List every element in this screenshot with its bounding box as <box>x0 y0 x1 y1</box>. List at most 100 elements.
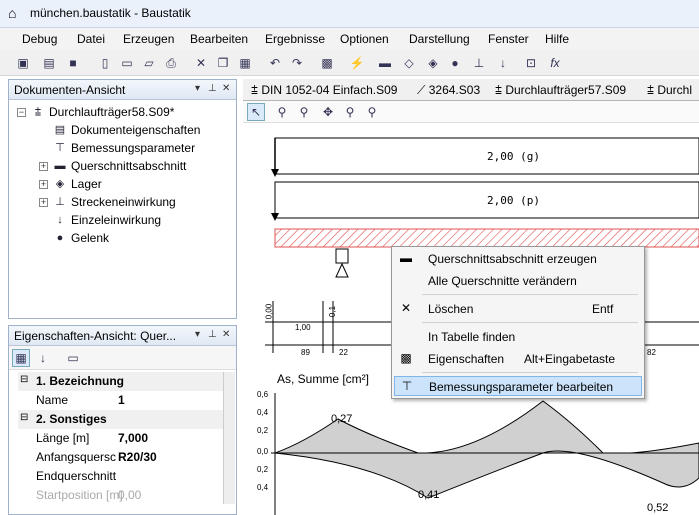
support-icon[interactable]: ◇ <box>400 54 418 72</box>
save-icon[interactable]: ■ <box>64 54 82 72</box>
tree-item-querschnittsabschnitt[interactable]: ▬ Querschnittsabschnitt <box>53 157 187 175</box>
tree-item-bemessungsparameter[interactable]: ⊤ Bemessungsparameter <box>53 139 195 157</box>
chart-y-axis-title: As, Summe [cm²] <box>277 372 370 386</box>
tree-item-label: Bemessungsparameter <box>71 141 196 155</box>
menu-darstellung[interactable]: Darstellung <box>409 32 470 46</box>
beam-cross-section[interactable] <box>274 228 699 248</box>
property-row-laenge[interactable]: Länge [m] 7,000 <box>18 429 230 448</box>
y-tick: 0,6 <box>257 390 269 399</box>
peak-label: 0,27 <box>331 413 353 425</box>
dimension-label: 0,1 <box>328 305 338 318</box>
preview-icon[interactable]: ▱ <box>140 54 158 72</box>
properties-toolbar: ▦ ↓ ▭ <box>9 346 236 370</box>
tab-din-1052[interactable]: ⩲ DIN 1052-04 Einfach.S09 <box>247 81 401 100</box>
section-sonstiges[interactable]: ⊟ 2. Sonstiges <box>18 410 230 429</box>
view-toolbar: ↖ ⚲ ⚲ ✥ ⚲ ⚲ <box>243 101 699 123</box>
pointer-icon[interactable]: ↖ <box>247 103 265 121</box>
print-preview-icon[interactable]: ▭ <box>118 54 136 72</box>
zoom-icon[interactable]: ⚲ <box>273 103 291 121</box>
collapse-icon[interactable]: ⊟ <box>20 412 28 423</box>
cross-section-icon[interactable]: ▬ <box>376 54 394 72</box>
property-row-name[interactable]: Name 1 <box>18 391 230 410</box>
menu-item-querschnittsabschnitt-erzeugen[interactable]: ▬ Querschnittsabschnitt erzeugen <box>394 249 642 269</box>
tree-item-label: Streckeneinwirkung <box>71 195 176 209</box>
undo-icon[interactable]: ↶ <box>266 54 284 72</box>
tree-expand-toggle[interactable]: + <box>39 198 48 207</box>
panel-menu-icon[interactable]: ▾ <box>195 83 200 94</box>
grid-icon[interactable]: ⊡ <box>522 54 540 72</box>
property-row-endquerschnitt[interactable]: Endquerschnitt <box>18 467 230 486</box>
property-key: Startposition [m] <box>36 488 123 502</box>
sort-alpha-icon[interactable]: ↓ <box>34 349 52 367</box>
menu-hilfe[interactable]: Hilfe <box>545 32 569 46</box>
menu-erzeugen[interactable]: Erzeugen <box>123 32 174 46</box>
menu-datei[interactable]: Datei <box>77 32 105 46</box>
new-icon[interactable]: ▣ <box>14 54 32 72</box>
tree-expand-toggle[interactable]: + <box>39 180 48 189</box>
open-icon[interactable]: ▤ <box>40 54 58 72</box>
document-panel: Dokumenten-Ansicht ▾ ⊥ ✕ − ⩲ Durchlauftr… <box>8 79 237 319</box>
properties-scrollbar[interactable] <box>223 372 235 504</box>
property-row-startposition[interactable]: Startposition [m] 0,00 <box>18 486 230 505</box>
tree-root-label: Durchlaufträger58.S09* <box>49 105 175 119</box>
close-icon[interactable]: ✕ <box>222 83 230 94</box>
tree-root[interactable]: ⩲ Durchlaufträger58.S09* <box>31 103 175 121</box>
hinge-icon[interactable]: ● <box>446 54 464 72</box>
tree-item-gelenk[interactable]: ● Gelenk <box>53 229 109 247</box>
tree-item-streckeneinwirkung[interactable]: ⊥ Streckeneinwirkung <box>53 193 176 211</box>
tab-durchlauftraeger57[interactable]: ⩲ Durchlaufträger57.S09 <box>491 81 630 100</box>
properties-icon: ▩ <box>400 351 412 365</box>
copy-icon[interactable]: ❐ <box>214 54 232 72</box>
menu-optionen[interactable]: Optionen <box>340 32 389 46</box>
menu-bar: Debug Datei Erzeugen Bearbeiten Ergebnis… <box>0 28 699 50</box>
collapse-icon[interactable]: ⊟ <box>20 374 28 385</box>
cross-section-icon: ▬ <box>400 251 412 265</box>
bearing-icon[interactable]: ◈ <box>424 54 442 72</box>
page-icon[interactable]: ▯ <box>96 54 114 72</box>
zoom-window-icon[interactable]: ⚲ <box>295 103 313 121</box>
formula-icon[interactable]: fx <box>546 54 564 72</box>
support-icon: ◈ <box>55 178 65 190</box>
menu-item-alle-querschnitte[interactable]: Alle Querschnitte verändern <box>394 271 642 291</box>
beam-icon: ⩲ <box>34 106 42 118</box>
pin-icon[interactable]: ⊥ <box>208 329 217 340</box>
panel-menu-icon[interactable]: ▾ <box>195 329 200 340</box>
menu-item-loeschen[interactable]: ✕ Löschen Entf <box>394 299 642 319</box>
tab-3264[interactable]: ⟋ 3264.S03 <box>413 81 484 100</box>
close-icon[interactable]: ✕ <box>222 329 230 340</box>
section-bezeichnung[interactable]: ⊟ 1. Bezeichnung <box>18 372 230 391</box>
properties-icon[interactable]: ▩ <box>318 54 336 72</box>
redo-icon[interactable]: ↷ <box>288 54 306 72</box>
calculate-icon[interactable]: ⚡ <box>348 54 366 72</box>
line-load-icon[interactable]: ⊥ <box>470 54 488 72</box>
property-value: R20/30 <box>118 450 157 464</box>
pan-icon[interactable]: ✥ <box>319 103 337 121</box>
pin-icon[interactable]: ⊥ <box>208 83 217 94</box>
menu-item-eigenschaften[interactable]: ▩ Eigenschaften Alt+Eingabetaste <box>394 349 642 369</box>
tab-label: DIN 1052-04 Einfach.S09 <box>261 83 398 97</box>
menu-item-in-tabelle-finden[interactable]: In Tabelle finden <box>394 327 642 347</box>
zoom-in-icon[interactable]: ⚲ <box>341 103 359 121</box>
support-symbol[interactable] <box>335 248 349 264</box>
menu-debug[interactable]: Debug <box>22 32 57 46</box>
menu-bearbeiten[interactable]: Bearbeiten <box>190 32 248 46</box>
menu-item-bemessungsparameter-bearbeiten[interactable]: ⊤ Bemessungsparameter bearbeiten <box>394 376 642 396</box>
cut-icon[interactable]: ✕ <box>192 54 210 72</box>
tree-expand-toggle[interactable]: + <box>39 162 48 171</box>
y-tick: 0,2 <box>257 426 269 435</box>
zoom-out-icon[interactable]: ⚲ <box>363 103 381 121</box>
tree-item-einzeleinwirkung[interactable]: ↓ Einzeleinwirkung <box>53 211 161 229</box>
tab-durchl[interactable]: ⩲ Durchl <box>643 81 696 100</box>
print-icon[interactable]: ⎙ <box>162 54 180 72</box>
categorized-icon[interactable]: ▦ <box>12 349 30 367</box>
menu-ergebnisse[interactable]: Ergebnisse <box>265 32 325 46</box>
tree-item-dokumenteigenschaften[interactable]: ▤ Dokumenteigenschaften <box>53 121 201 139</box>
tree-item-lager[interactable]: ◈ Lager <box>53 175 102 193</box>
property-pages-icon[interactable]: ▭ <box>64 349 82 367</box>
point-load-icon[interactable]: ↓ <box>494 54 512 72</box>
paste-icon[interactable]: ▦ <box>236 54 254 72</box>
dimension-label: 0,00 <box>264 303 274 320</box>
tree-collapse-toggle[interactable]: − <box>17 108 26 117</box>
property-row-anfangsquerschnitt[interactable]: Anfangsquersc R20/30 <box>18 448 230 467</box>
menu-fenster[interactable]: Fenster <box>488 32 529 46</box>
